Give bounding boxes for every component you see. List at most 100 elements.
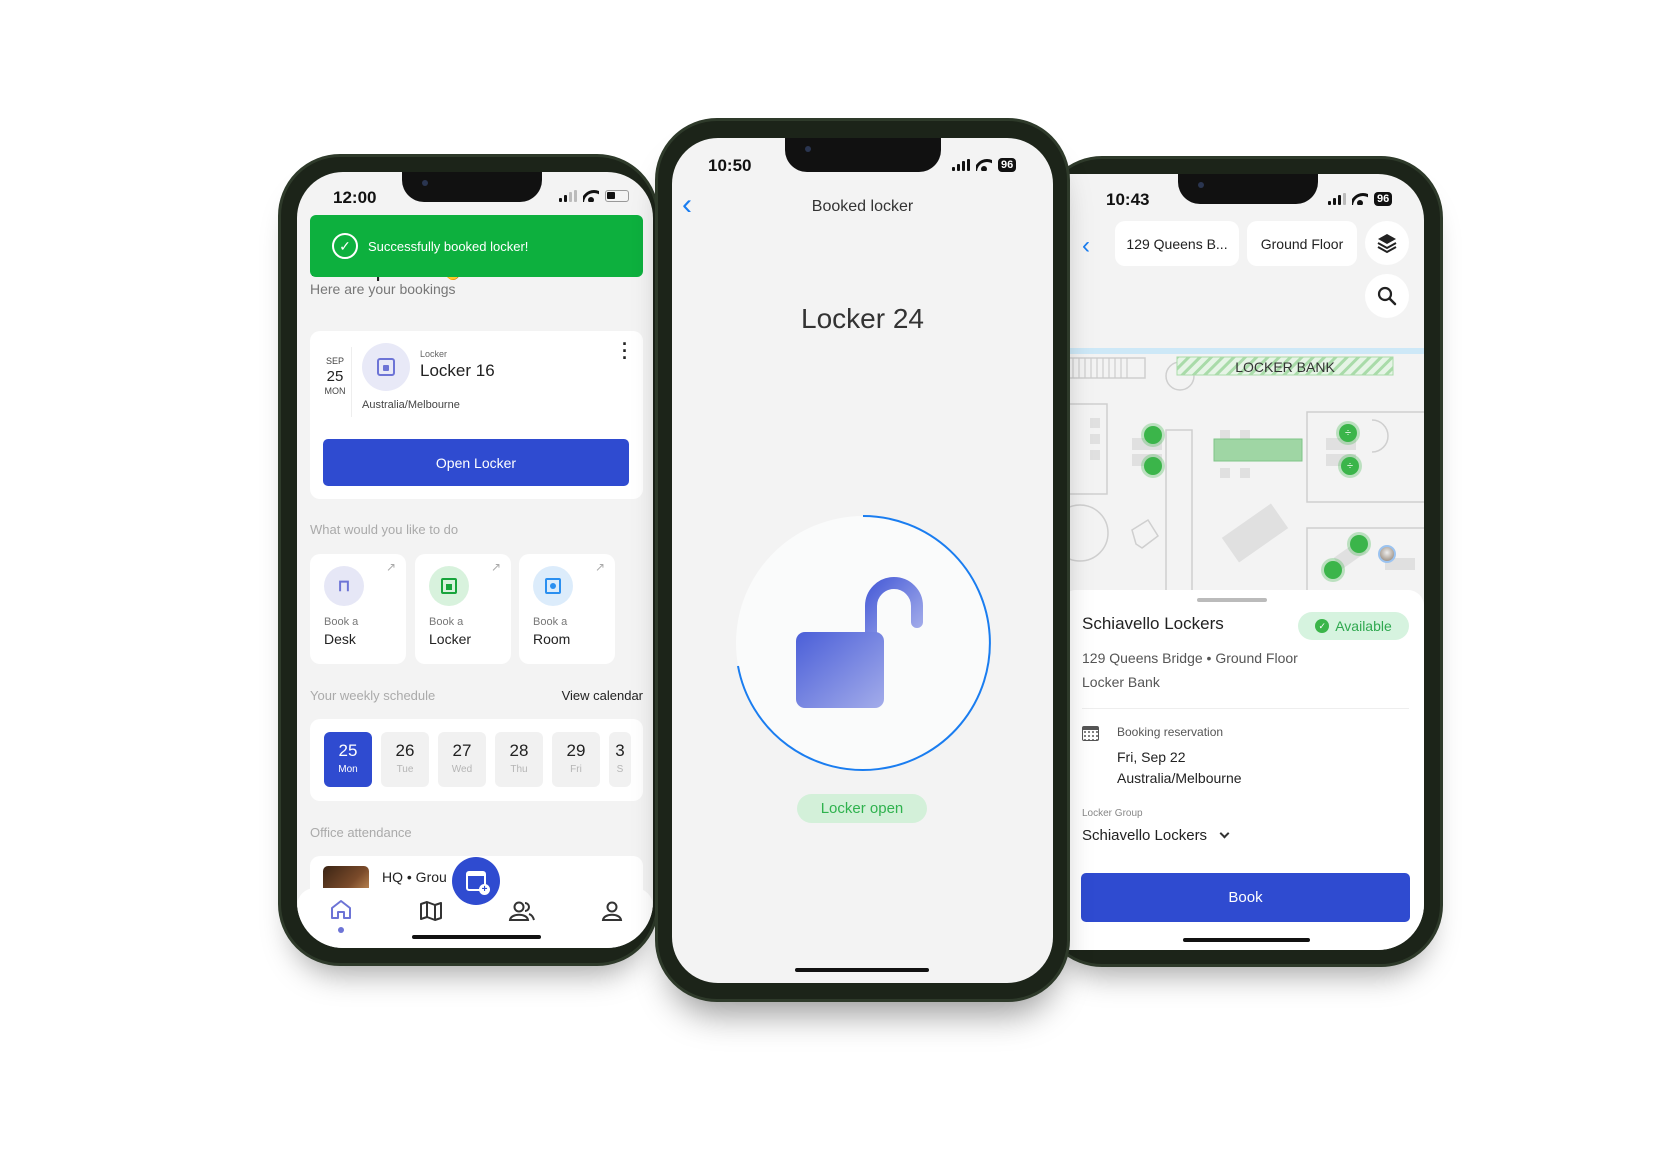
notch bbox=[1178, 174, 1318, 204]
layers-button[interactable] bbox=[1365, 221, 1409, 265]
notch bbox=[785, 138, 941, 172]
status-time: 10:50 bbox=[708, 156, 752, 175]
nav-map-icon[interactable] bbox=[419, 900, 443, 922]
unlock-button[interactable] bbox=[734, 514, 992, 772]
view-calendar-link[interactable]: View calendar bbox=[562, 688, 643, 703]
floor-chip-label: Ground Floor bbox=[1260, 235, 1344, 252]
arrow-up-right-icon: ↗ bbox=[490, 560, 501, 574]
book-desk-tile[interactable]: ⊓ ↗ Book a Desk bbox=[310, 554, 406, 664]
book-locker-tile[interactable]: ↗ Book a Locker bbox=[415, 554, 511, 664]
user-avatar[interactable] bbox=[1378, 545, 1396, 563]
locker-group-title: Schiavello Lockers bbox=[1082, 614, 1224, 633]
available-label: Available bbox=[1335, 618, 1392, 634]
divider bbox=[1082, 708, 1409, 709]
locker-group-value: Schiavello Lockers bbox=[1082, 827, 1208, 844]
day-pill[interactable]: 29 Fri bbox=[552, 732, 600, 787]
tile-label: Desk bbox=[324, 631, 356, 647]
schedule-title: Your weekly schedule bbox=[310, 688, 436, 703]
floor-plan bbox=[1060, 348, 1424, 619]
tile-prefix: Book a bbox=[324, 616, 359, 628]
locker-bank-label: LOCKER BANK bbox=[1235, 359, 1335, 375]
day-weekday: Wed bbox=[451, 764, 473, 775]
home-icon bbox=[331, 900, 351, 919]
locker-marker[interactable] bbox=[1144, 426, 1162, 444]
floor-chip[interactable]: Ground Floor bbox=[1247, 221, 1357, 266]
booking-type: Locker bbox=[420, 349, 448, 359]
reservation-timezone: Australia/Melbourne bbox=[1117, 770, 1242, 786]
locker-marker[interactable] bbox=[1324, 561, 1342, 579]
status-icons: 96 bbox=[1328, 192, 1393, 206]
booking-month: SEP bbox=[325, 356, 344, 366]
status-time: 12:00 bbox=[333, 188, 377, 207]
green-table bbox=[1213, 438, 1303, 462]
home-screen: 12:00 Hi Stephen 👋 ✓ Successfully booked… bbox=[297, 172, 653, 948]
active-dot bbox=[338, 927, 344, 933]
tile-label: Room bbox=[533, 631, 571, 647]
signal-icon bbox=[559, 190, 577, 202]
booking-day: 25 bbox=[326, 368, 344, 385]
wifi-icon bbox=[976, 159, 992, 171]
signal-icon bbox=[1328, 193, 1346, 205]
locker-group-select[interactable]: Schiavello Lockers bbox=[1082, 827, 1230, 844]
day-pill[interactable]: 28 Thu bbox=[495, 732, 543, 787]
tile-prefix: Book a bbox=[533, 616, 568, 628]
day-number: 27 bbox=[452, 741, 472, 760]
reservation-label: Booking reservation bbox=[1117, 725, 1224, 739]
locker-location: 129 Queens Bridge • Ground Floor bbox=[1082, 650, 1298, 666]
day-weekday: Thu bbox=[510, 764, 528, 775]
building-chip[interactable]: 129 Queens B... bbox=[1115, 221, 1239, 266]
attendance-item-text: HQ • Grou bbox=[382, 869, 447, 885]
day-weekday: S bbox=[616, 764, 624, 775]
wifi-icon bbox=[583, 190, 599, 202]
locker-open-pill: Locker open bbox=[797, 794, 927, 823]
sheet-handle[interactable] bbox=[1197, 598, 1267, 602]
nav-home[interactable] bbox=[329, 898, 353, 933]
day-pill[interactable]: 3S bbox=[609, 732, 631, 787]
open-locker-button[interactable]: Open Locker bbox=[323, 439, 629, 486]
day-pill[interactable]: 26 Tue bbox=[381, 732, 429, 787]
map-canvas[interactable]: LOCKER BANK ÷ ÷ bbox=[1060, 348, 1424, 619]
locker-group-label: Locker Group bbox=[1082, 808, 1143, 819]
nav-profile-icon[interactable] bbox=[601, 900, 623, 922]
book-fab[interactable]: + bbox=[452, 857, 500, 905]
home-indicator bbox=[795, 968, 929, 972]
room-icon bbox=[533, 566, 573, 606]
day-pill[interactable]: 27 Wed bbox=[438, 732, 486, 787]
battery-icon: 96 bbox=[1374, 192, 1393, 206]
book-room-tile[interactable]: ↗ Book a Room bbox=[519, 554, 615, 664]
book-button[interactable]: Book bbox=[1081, 873, 1410, 922]
booking-card[interactable]: SEP 25 MON Locker Locker 16 Australia/Me… bbox=[310, 331, 643, 499]
locker-marker[interactable] bbox=[1144, 457, 1162, 475]
map-screen: 10:43 96 LOCKER BANK ÷ ÷ ‹ 129 Queens B.… bbox=[1060, 174, 1424, 950]
status-time: 10:43 bbox=[1106, 190, 1150, 209]
locker-area: Locker Bank bbox=[1082, 674, 1160, 690]
day-weekday: Mon bbox=[338, 764, 358, 775]
more-options-icon[interactable]: · · · bbox=[620, 335, 630, 367]
bookings-subtitle: Here are your bookings bbox=[310, 281, 456, 297]
wifi-icon bbox=[1352, 193, 1368, 205]
back-icon[interactable]: ‹ bbox=[1082, 232, 1090, 260]
available-badge: ✓ Available bbox=[1298, 612, 1409, 640]
locker-open-label: Locker open bbox=[820, 800, 904, 817]
booking-name: Locker 16 bbox=[420, 361, 495, 380]
toast-success: ✓ Successfully booked locker! bbox=[310, 215, 643, 277]
calendar-add-icon: + bbox=[466, 871, 490, 895]
status-icons: 96 bbox=[952, 158, 1017, 172]
locker-icon bbox=[429, 566, 469, 606]
nav-people-icon[interactable] bbox=[508, 900, 536, 922]
day-weekday: Fri bbox=[570, 764, 582, 775]
notch bbox=[402, 172, 542, 202]
locker-marker[interactable] bbox=[1350, 535, 1368, 553]
home-indicator bbox=[412, 935, 541, 939]
battery-icon bbox=[605, 190, 629, 202]
battery-icon: 96 bbox=[998, 158, 1017, 172]
day-number: 26 bbox=[395, 741, 415, 760]
search-button[interactable] bbox=[1365, 274, 1409, 318]
desk-marker[interactable]: ÷ bbox=[1341, 457, 1359, 475]
status-icons bbox=[559, 190, 629, 202]
reservation-date: Fri, Sep 22 bbox=[1117, 749, 1186, 765]
desk-icon: ⊓ bbox=[324, 566, 364, 606]
desk-marker[interactable]: ÷ bbox=[1339, 424, 1357, 442]
unlock-ring bbox=[736, 515, 991, 771]
day-pill-selected[interactable]: 25 Mon bbox=[324, 732, 372, 787]
